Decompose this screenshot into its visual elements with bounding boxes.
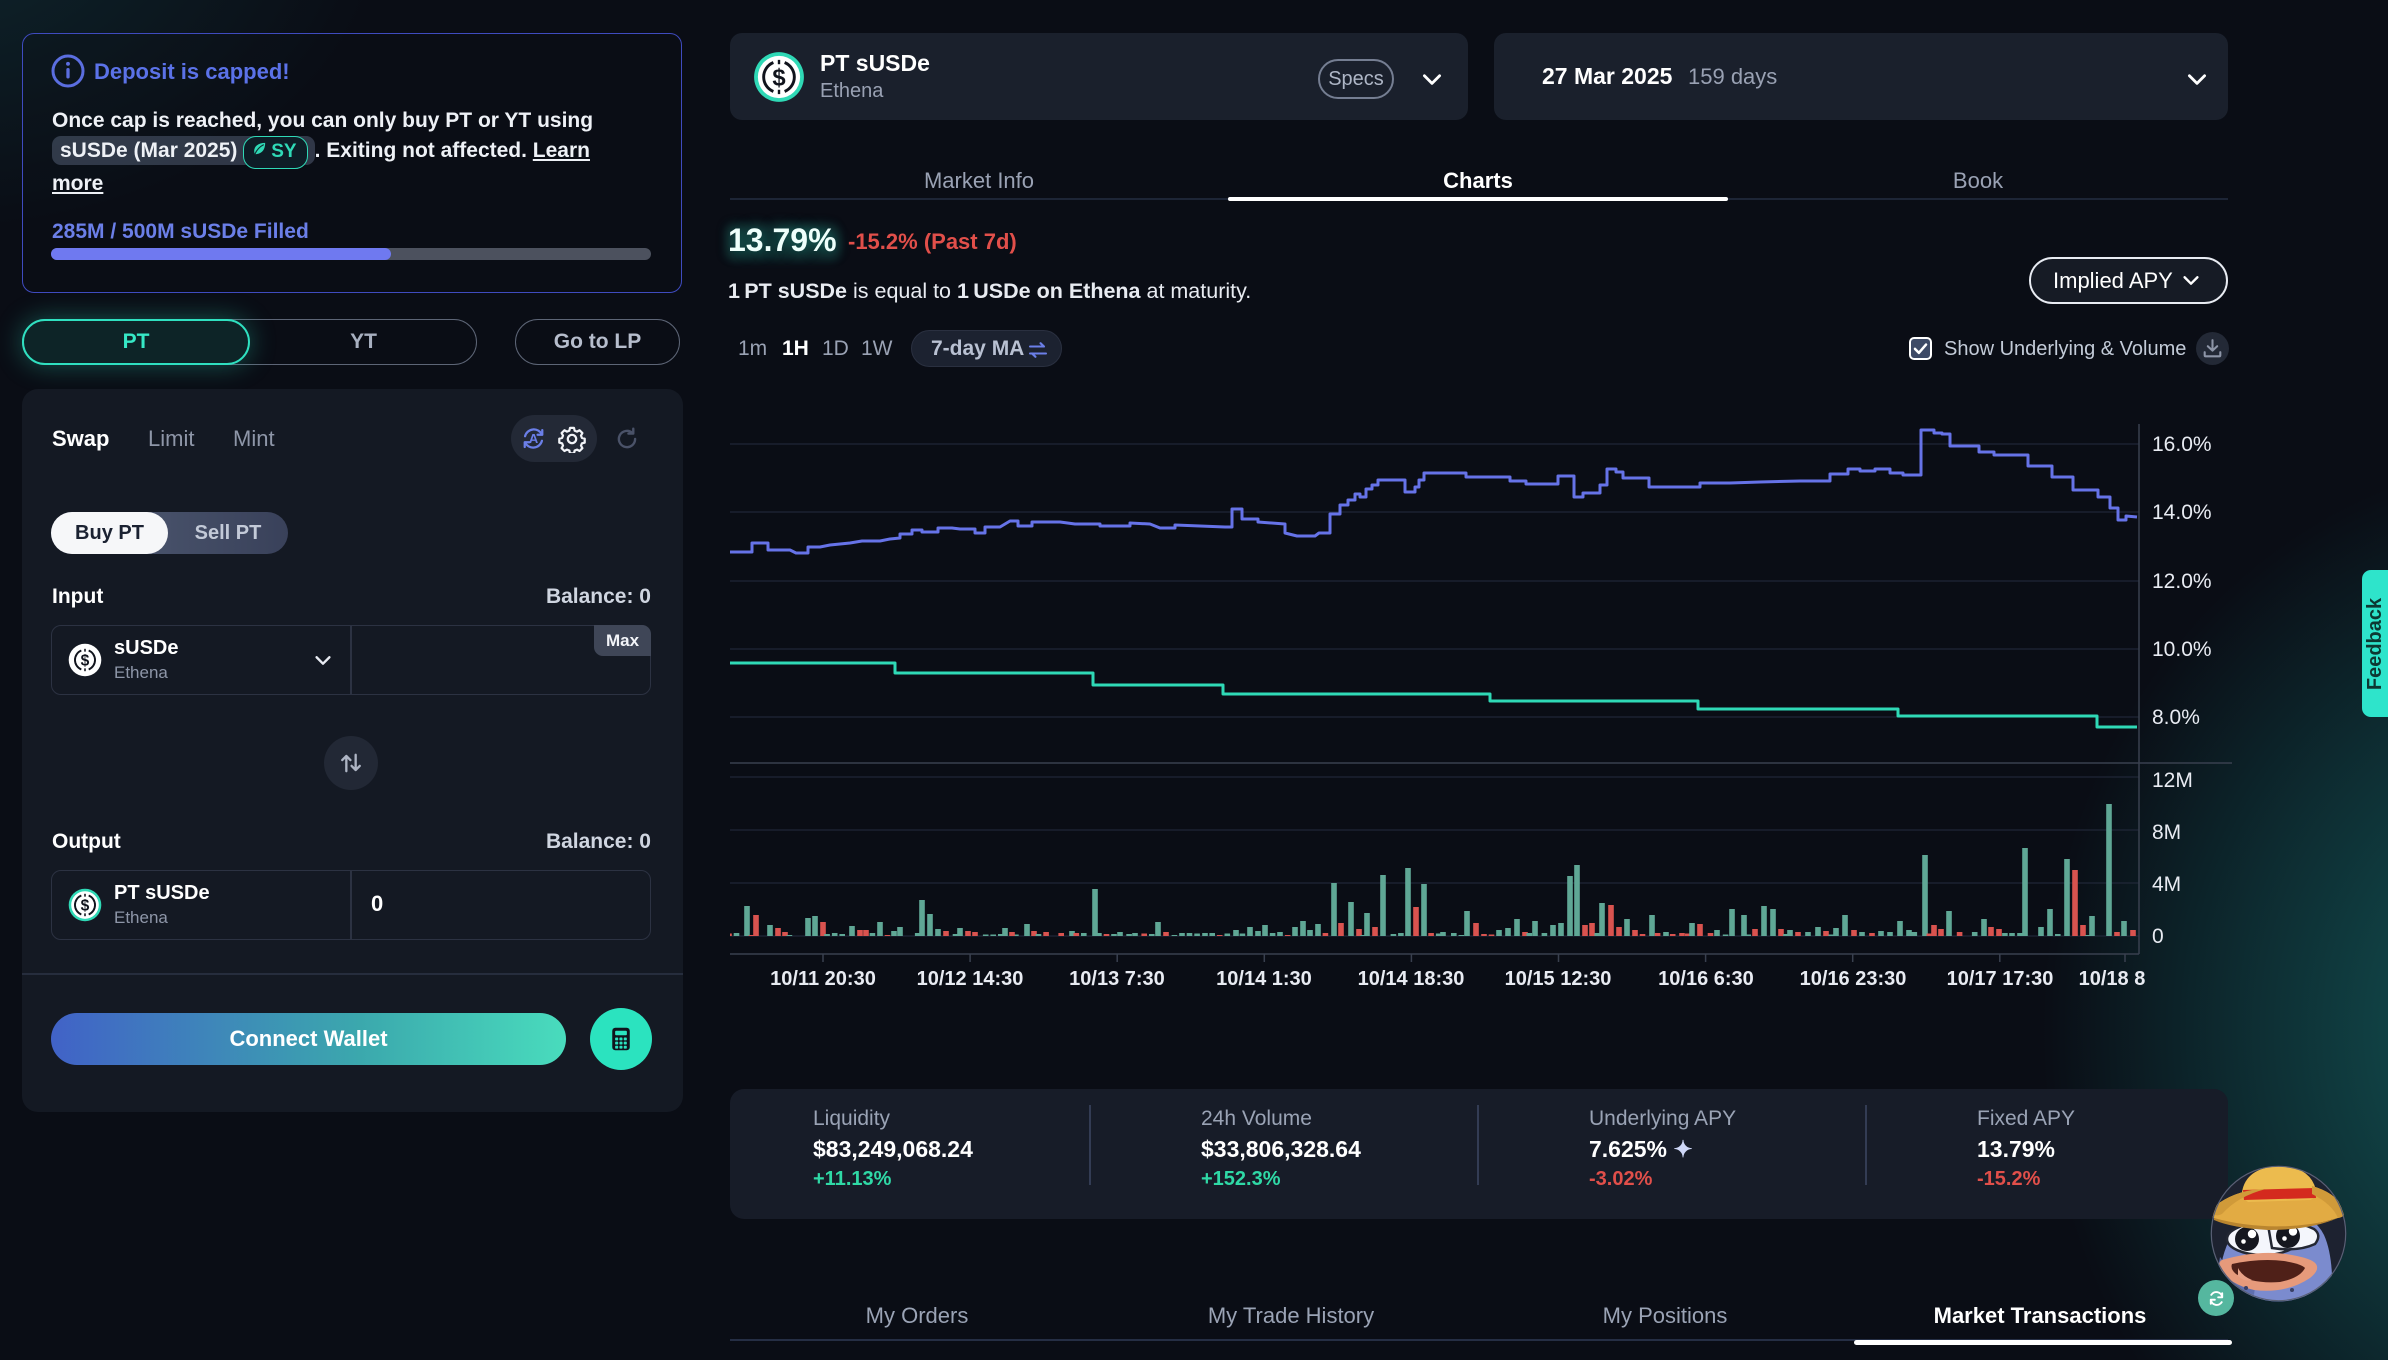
svg-text:10/13 7:30: 10/13 7:30	[1069, 968, 1165, 990]
svg-text:A: A	[529, 431, 538, 446]
svg-text:0: 0	[2152, 925, 2164, 948]
svg-text:10/11 20:30: 10/11 20:30	[770, 968, 876, 990]
svg-text:4M: 4M	[2152, 873, 2181, 896]
svg-text:8M: 8M	[2152, 821, 2181, 844]
svg-text:10/14 1:30: 10/14 1:30	[1216, 968, 1312, 990]
svg-text:10.0%: 10.0%	[2152, 638, 2212, 661]
svg-text:10/16 23:30: 10/16 23:30	[1800, 968, 1907, 990]
svg-text:12M: 12M	[2152, 769, 2193, 792]
svg-text:10/12 14:30: 10/12 14:30	[917, 968, 1024, 990]
svg-text:10/18 8: 10/18 8	[2079, 968, 2146, 990]
svg-text:$: $	[81, 898, 90, 915]
svg-text:12.0%: 12.0%	[2152, 570, 2212, 593]
svg-text:14.0%: 14.0%	[2152, 501, 2212, 524]
svg-text:10/15 12:30: 10/15 12:30	[1505, 968, 1612, 990]
svg-text:16.0%: 16.0%	[2152, 433, 2212, 456]
svg-text:10/14 18:30: 10/14 18:30	[1358, 968, 1465, 990]
svg-text:$: $	[772, 65, 785, 92]
svg-text:$: $	[81, 653, 90, 670]
svg-text:10/16 6:30: 10/16 6:30	[1658, 968, 1754, 990]
svg-text:8.0%: 8.0%	[2152, 706, 2200, 729]
svg-text:10/17 17:30: 10/17 17:30	[1947, 968, 2054, 990]
